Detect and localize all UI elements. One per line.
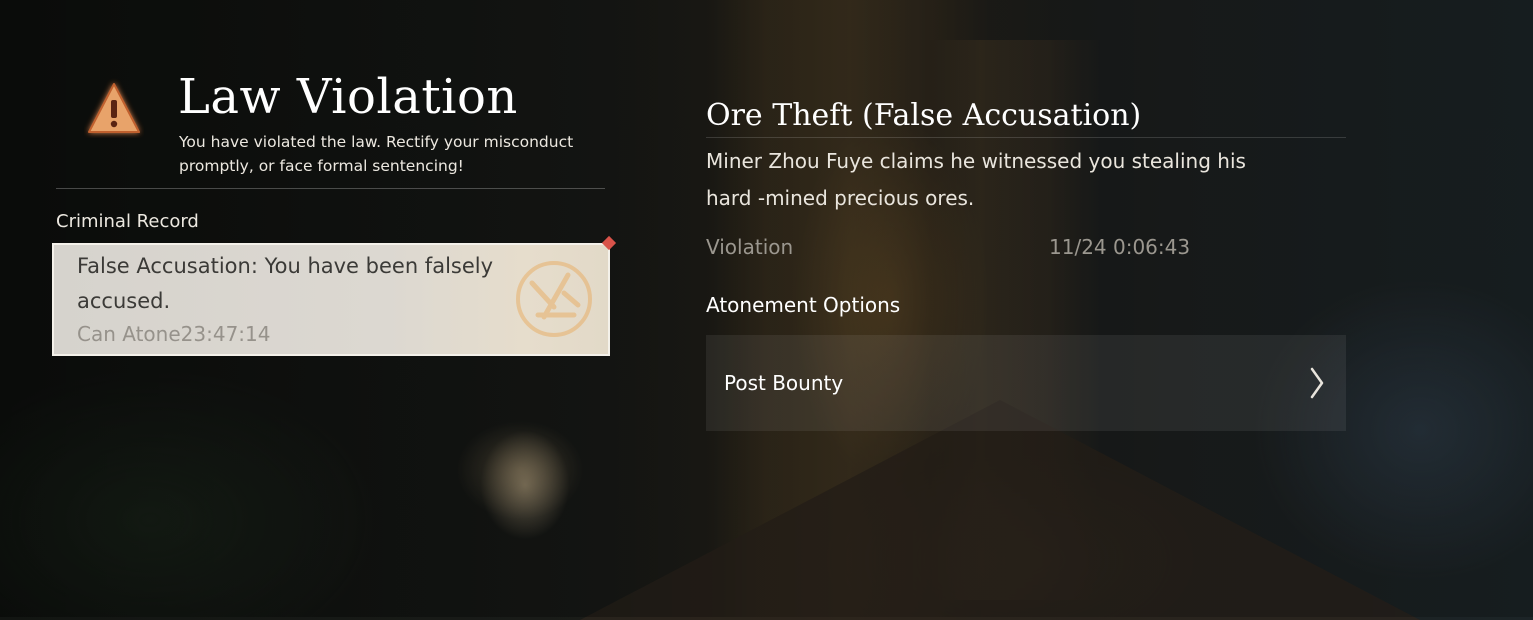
header-divider <box>56 188 605 189</box>
criminal-record-label: Criminal Record <box>56 211 199 232</box>
record-item-text: False Accusation: You have been falsely … <box>77 254 494 313</box>
atone-timer-value: 23:47:14 <box>180 322 271 346</box>
atonement-options-label: Atonement Options <box>706 293 901 317</box>
detail-divider <box>706 137 1346 138</box>
violation-timestamp: 11/24 0:06:43 <box>1049 235 1191 259</box>
option-label: Post Bounty <box>724 371 844 395</box>
page-title: Law Violation <box>178 69 518 125</box>
post-bounty-button[interactable]: Post Bounty <box>706 335 1346 431</box>
violation-title: Ore Theft (False Accusation) <box>706 98 1142 133</box>
law-emblem-icon <box>516 261 592 337</box>
chevron-right-icon <box>1310 367 1324 399</box>
atone-timer-label: Can Atone <box>77 322 181 346</box>
warning-triangle-icon <box>88 83 140 133</box>
page-subtitle: You have violated the law. Rectify your … <box>179 133 574 175</box>
violation-label: Violation <box>706 235 794 259</box>
criminal-record-item[interactable]: False Accusation: You have been falsely … <box>52 243 610 356</box>
record-atone-timer: Can Atone23:47:14 <box>77 319 270 349</box>
violation-description: Miner Zhou Fuye claims he witnessed you … <box>706 149 1246 210</box>
